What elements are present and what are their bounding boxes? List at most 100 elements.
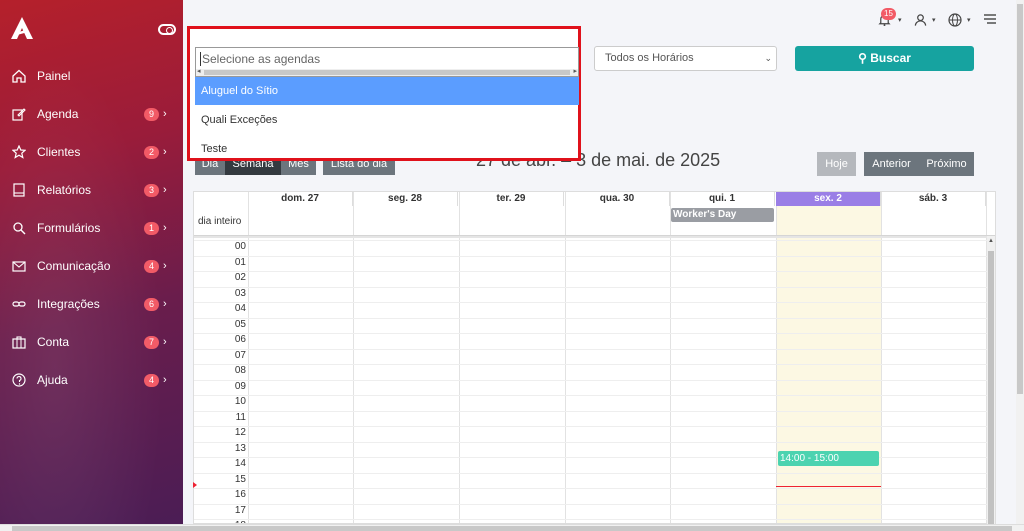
hour-label: 09: [234, 380, 246, 392]
hour-label: 16: [234, 489, 246, 500]
hour-row[interactable]: 01: [194, 255, 989, 272]
hour-row[interactable]: 09: [194, 379, 989, 396]
current-time-line: [776, 486, 881, 487]
current-time-arrow: [193, 482, 197, 488]
sidebar-item-agenda[interactable]: Agenda 9 ›: [0, 101, 183, 127]
chevron-down-icon: ▾: [967, 17, 971, 24]
chevron-right-icon: ›: [163, 374, 167, 386]
next-button[interactable]: Próximo: [919, 152, 974, 176]
day-column-header: sáb. 3: [881, 192, 986, 206]
week-calendar: dom. 27 seg. 28 ter. 29 qua. 30 qui. 1 sex. 2…: [193, 191, 996, 524]
hour-label: 14: [234, 458, 246, 469]
search-button[interactable]: ⚲ Buscar: [795, 46, 974, 71]
search-icon: [13, 222, 26, 235]
hour-label: 03: [234, 287, 246, 299]
hour-label: 13: [234, 442, 246, 454]
sidebar-badge: 6: [144, 297, 159, 311]
globe-icon[interactable]: [948, 13, 962, 27]
link-icon: [12, 301, 26, 307]
hours-select-value: Todos os Horários: [605, 52, 694, 64]
scroll-thumb[interactable]: [12, 526, 1012, 531]
sidebar-item-label: Formulários: [37, 221, 101, 235]
sidebar-badge: 7: [144, 335, 159, 349]
briefcase-icon: [12, 336, 26, 349]
sidebar-toggle[interactable]: [158, 24, 176, 35]
sidebar-item-comunicação[interactable]: Comunicação 4 ›: [0, 253, 183, 279]
brand-logo[interactable]: [10, 16, 34, 40]
hour-label: 07: [234, 349, 246, 361]
hour-row[interactable]: 06: [194, 333, 989, 349]
sidebar-item-label: Painel: [37, 69, 71, 83]
day-column-header: seg. 28: [353, 192, 458, 206]
hour-row[interactable]: 16: [194, 488, 989, 504]
hour-row[interactable]: 07: [194, 348, 989, 365]
scroll-right-icon[interactable]: ▸: [573, 67, 577, 75]
sidebar-item-ajuda[interactable]: Ajuda 4 ›: [0, 367, 183, 393]
agenda-option[interactable]: Teste: [195, 135, 579, 163]
agenda-placeholder: Selecione as agendas: [200, 52, 321, 66]
chevron-right-icon: ›: [163, 260, 167, 272]
hour-label: 10: [234, 396, 246, 407]
hours-select[interactable]: Todos os Horários ⌄: [594, 46, 777, 71]
page-horizontal-scrollbar[interactable]: [0, 524, 1024, 531]
hour-row[interactable]: 05: [194, 317, 989, 334]
menu-icon[interactable]: [984, 13, 996, 25]
hour-row[interactable]: 11: [194, 410, 989, 427]
chevron-right-icon: ›: [163, 146, 167, 158]
sidebar-badge: 1: [144, 221, 159, 235]
day-column-header: qui. 1: [670, 192, 775, 206]
hour-label: 17: [234, 504, 246, 516]
sidebar-item-formulários[interactable]: Formulários 1 ›: [0, 215, 183, 241]
sidebar-item-clientes[interactable]: Clientes 2 ›: [0, 139, 183, 165]
scroll-thumb[interactable]: [988, 251, 994, 524]
sidebar-item-label: Conta: [37, 335, 70, 349]
chevron-down-icon: ▾: [898, 17, 902, 24]
sidebar-item-relatórios[interactable]: Relatórios 3 ›: [0, 177, 183, 203]
chevron-right-icon: ›: [163, 298, 167, 310]
hour-row[interactable]: 12: [194, 426, 989, 442]
hour-row[interactable]: 04: [194, 302, 989, 318]
sidebar-item-label: Comunicação: [37, 259, 111, 273]
day-column-header: dom. 27: [248, 192, 353, 206]
scroll-left-icon[interactable]: ◂: [197, 67, 201, 75]
hour-row[interactable]: 17: [194, 503, 989, 520]
chevron-right-icon: ›: [163, 222, 167, 234]
user-icon[interactable]: [914, 13, 927, 27]
sidebar-item-label: Agenda: [37, 107, 79, 121]
allday-event[interactable]: Worker's Day: [671, 208, 774, 222]
horizontal-scrollbar[interactable]: ◂ ▸: [196, 67, 578, 76]
chevron-right-icon: ›: [163, 336, 167, 348]
chevron-right-icon: ›: [163, 184, 167, 196]
mail-icon: [12, 261, 26, 272]
agenda-select-dropdown: Selecione as agendas ◂ ▸ Aluguel do Síti…: [187, 26, 581, 161]
calendar-scrollbar[interactable]: ▲: [987, 236, 995, 524]
hour-row[interactable]: 02: [194, 271, 989, 287]
notification-count: 15: [881, 8, 896, 20]
hour-row[interactable]: 00: [194, 240, 989, 256]
hour-row[interactable]: 08: [194, 364, 989, 380]
sidebar-item-label: Clientes: [37, 145, 81, 159]
agenda-option[interactable]: Aluguel do Sítio: [195, 77, 579, 105]
home-icon: [12, 69, 26, 83]
agenda-option[interactable]: Quali Exceções: [195, 106, 579, 134]
sidebar-item-conta[interactable]: Conta 7 ›: [0, 329, 183, 355]
hour-label: 04: [234, 303, 246, 314]
edit-icon: [12, 108, 26, 121]
hour-row[interactable]: 10: [194, 395, 989, 411]
hour-row[interactable]: 03: [194, 286, 989, 303]
timed-event[interactable]: 14:00 - 15:00: [778, 451, 879, 466]
sidebar-badge: 9: [144, 107, 159, 121]
hour-label: 12: [234, 427, 246, 438]
chevron-right-icon: ›: [163, 108, 167, 120]
page-scrollbar[interactable]: [1016, 0, 1024, 524]
help-icon: [12, 373, 26, 387]
sidebar-item-painel[interactable]: Painel: [0, 63, 183, 89]
scroll-thumb[interactable]: [1017, 4, 1023, 394]
sidebar-badge: 2: [144, 145, 159, 159]
scroll-thumb[interactable]: [204, 70, 570, 75]
previous-button[interactable]: Anterior: [864, 152, 919, 176]
agenda-search-input[interactable]: Selecione as agendas ◂ ▸: [195, 47, 579, 77]
today-button[interactable]: Hoje: [817, 152, 856, 176]
scroll-up-icon[interactable]: ▲: [988, 238, 994, 244]
sidebar-item-integrações[interactable]: Integrações 6 ›: [0, 291, 183, 317]
